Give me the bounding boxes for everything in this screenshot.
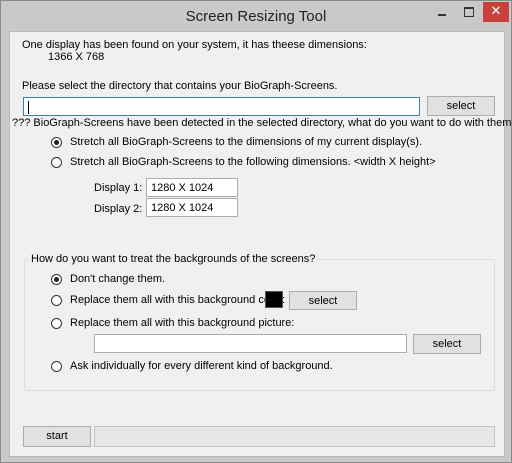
display2-dimensions-input[interactable]: 1280 X 1024 (146, 198, 238, 217)
title-bar[interactable]: Screen Resizing Tool ✕ (1, 1, 511, 31)
app-window: Screen Resizing Tool ✕ One display has b… (0, 0, 512, 463)
replace-color-radio[interactable] (51, 295, 62, 306)
replace-picture-label[interactable]: Replace them all with this background pi… (70, 317, 294, 329)
ask-individually-radio[interactable] (51, 361, 62, 372)
background-color-swatch[interactable] (265, 291, 283, 308)
picture-select-button[interactable]: select (413, 334, 481, 354)
color-select-button[interactable]: select (289, 291, 357, 310)
stretch-custom-label[interactable]: Stretch all BioGraph-Screens to the foll… (70, 156, 436, 168)
stretch-current-radio[interactable] (51, 137, 62, 148)
directory-select-button[interactable]: select (427, 96, 495, 116)
stretch-custom-radio[interactable] (51, 157, 62, 168)
maximize-icon[interactable] (456, 2, 482, 22)
background-picture-input[interactable] (94, 334, 407, 353)
progress-bar (94, 426, 495, 447)
start-button[interactable]: start (23, 426, 91, 447)
display1-label: Display 1: (94, 182, 143, 194)
close-icon: ✕ (490, 3, 502, 18)
dont-change-label[interactable]: Don't change them. (70, 273, 165, 285)
directory-label: Please select the directory that contain… (22, 80, 338, 92)
display-dimensions: 1366 X 768 (48, 51, 105, 63)
text-caret (28, 101, 29, 114)
display-info-message: One display has been found on your syste… (22, 39, 367, 51)
dont-change-radio[interactable] (51, 274, 62, 285)
replace-color-label[interactable]: Replace them all with this background co… (70, 294, 285, 306)
directory-input[interactable] (23, 97, 420, 116)
display2-label: Display 2: (94, 203, 143, 215)
close-button[interactable]: ✕ (483, 2, 509, 22)
ask-individually-label[interactable]: Ask individually for every different kin… (70, 360, 333, 372)
minimize-icon[interactable] (429, 2, 455, 22)
client-area: One display has been found on your syste… (9, 31, 512, 457)
backgrounds-group-title: How do you want to treat the backgrounds… (29, 253, 318, 265)
stretch-current-label[interactable]: Stretch all BioGraph-Screens to the dime… (70, 136, 422, 148)
replace-picture-radio[interactable] (51, 318, 62, 329)
display1-dimensions-input[interactable]: 1280 X 1024 (146, 178, 238, 197)
detection-message: ??? BioGraph-Screens have been detected … (12, 117, 512, 129)
